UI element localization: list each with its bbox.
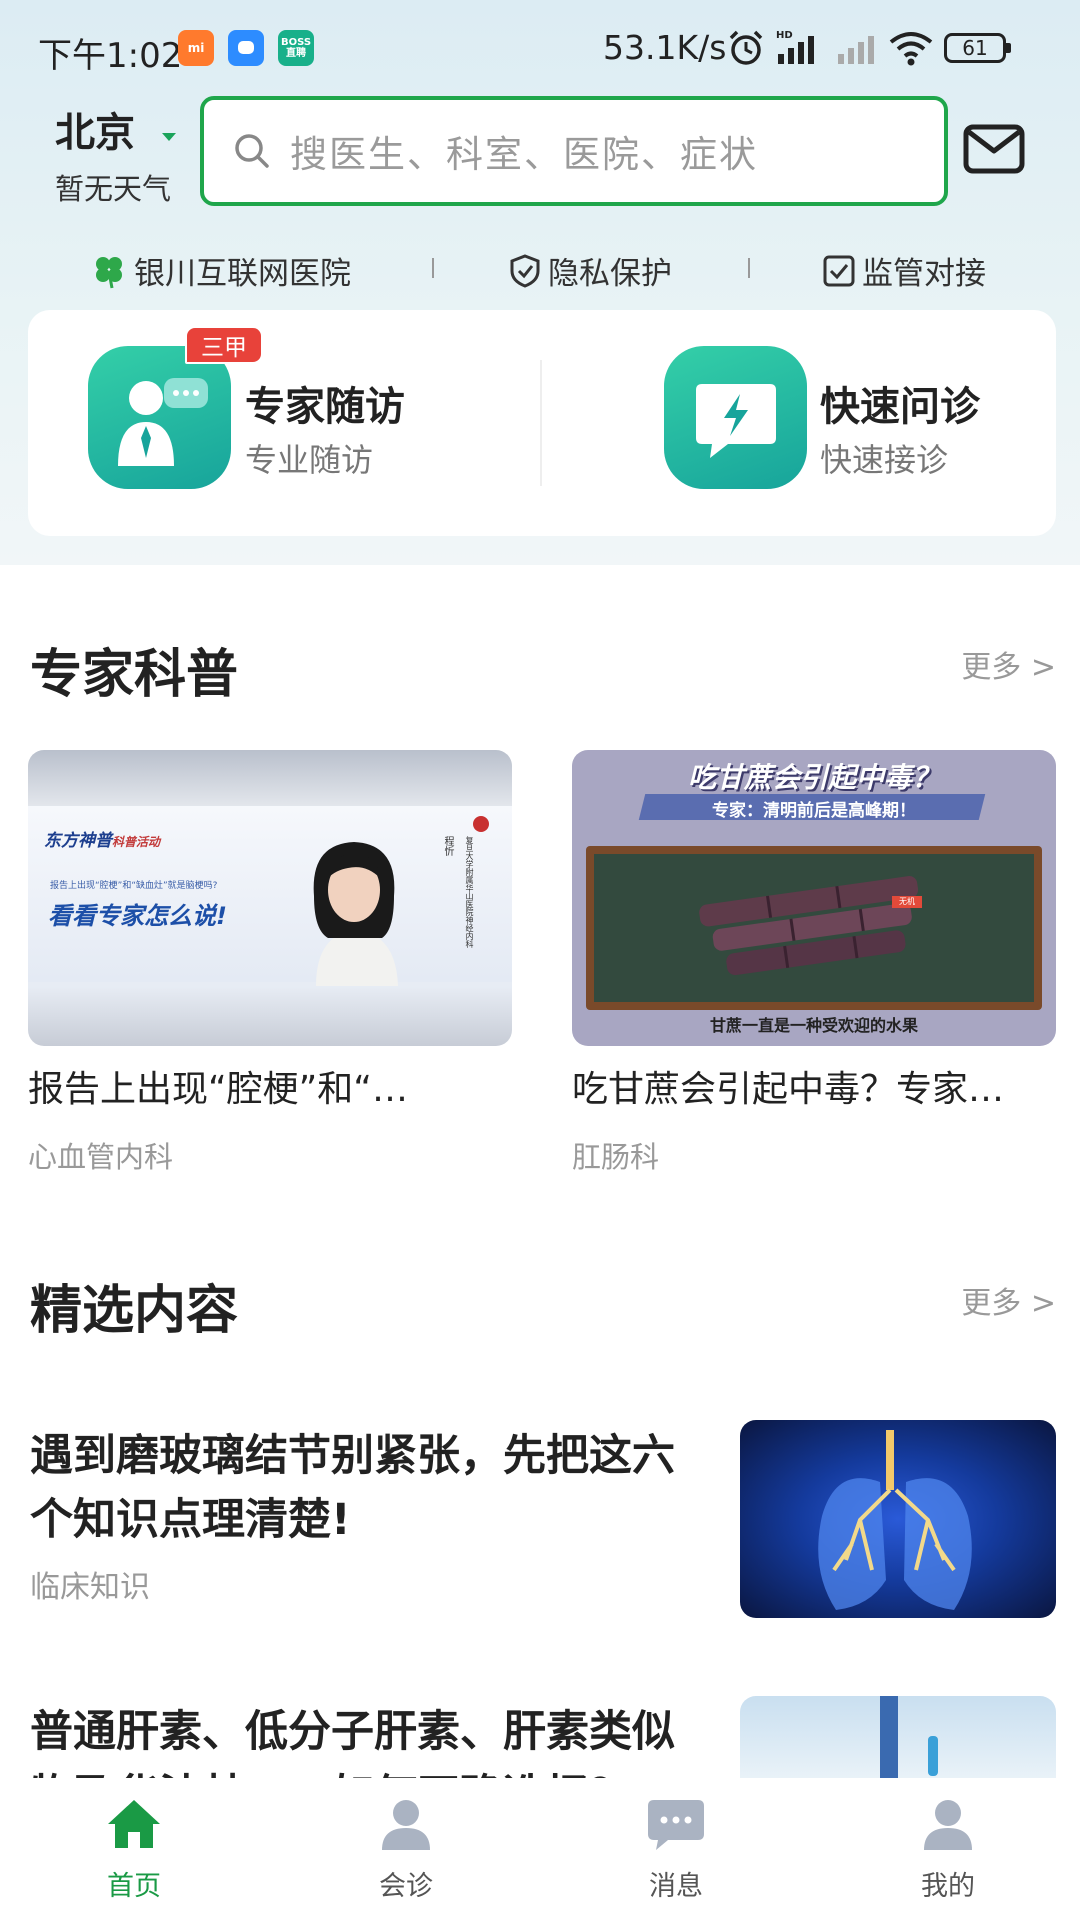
popular-tag-2: 肛肠科 (572, 1140, 660, 1174)
battery-icon: 61 (944, 33, 1011, 63)
wifi-icon (889, 32, 933, 66)
signal-icon: HD (776, 30, 814, 64)
supervision-label: 监管对接 (862, 256, 986, 292)
service-divider (540, 360, 542, 486)
thumb-brand: 东方神普科普活动 (44, 826, 160, 851)
shield-check-icon (510, 253, 540, 288)
profile-icon (924, 1800, 972, 1850)
divider (748, 258, 750, 278)
thumb-brand-text: 东方神普 (44, 831, 112, 851)
popular-section-title: 专家科普 (30, 645, 239, 705)
tab-messages-label: 消息 (649, 1871, 703, 1902)
thumb-doctor-org: 复旦大学附属华山医院神经内科 (465, 836, 474, 948)
tab-home[interactable]: 首页 (64, 1796, 204, 1903)
hospital-name: 银川互联网医院 (134, 256, 351, 292)
city-selector[interactable]: 北京 (55, 100, 135, 158)
org-logo (473, 816, 489, 832)
quick-consult-title: 快速问诊 (820, 384, 980, 430)
tab-profile-label: 我的 (921, 1871, 975, 1902)
expert-followup-icon (88, 346, 231, 489)
popular-tag-1: 心血管内科 (28, 1140, 174, 1174)
tab-home-label: 首页 (107, 1871, 161, 1902)
search-icon (235, 134, 269, 168)
thumb-caption-big: 看看专家怎么说! (48, 902, 227, 930)
trust-privacy: 隐私保护 (508, 248, 672, 293)
boss-app-icon: BOSS 直聘 (278, 30, 314, 66)
tab-messages[interactable]: 消息 (606, 1796, 746, 1903)
popular-thumb-1: 东方神普科普活动 报告上出现“腔梗”和“缺血灶”就是脑梗吗? 看看专家怎么说! … (28, 750, 512, 1046)
featured-thumb-1 (740, 1420, 1056, 1618)
checkbox-icon (823, 255, 855, 286)
messages-app-icon (228, 30, 264, 66)
sugarcane-illustration (699, 876, 919, 976)
battery-level: 61 (962, 36, 988, 60)
quick-consult-subtitle: 快速接诊 (820, 441, 949, 479)
featured-tag-1: 临床知识 (30, 1570, 150, 1605)
tier-badge: 三甲 (185, 326, 263, 364)
tab-consultation-label: 会诊 (379, 1871, 433, 1902)
mi-store-app-icon: mi (178, 30, 214, 66)
thumb-label: 无机 (892, 896, 922, 908)
featured-section-title: 精选内容 (30, 1281, 239, 1341)
lungs-illustration (818, 1430, 972, 1610)
featured-title-1: 遇到磨玻璃结节别紧张，先把这六个知识点理清楚! (30, 1431, 675, 1545)
status-time: 下午1:02 (38, 36, 183, 76)
popular-card-1[interactable]: 东方神普科普活动 报告上出现“腔梗”和“缺血灶”就是脑梗吗? 看看专家怎么说! … (28, 750, 512, 1176)
signal-weak-icon (838, 36, 874, 64)
popular-thumb-2: 吃甘蔗会引起中毒？ 专家：清明前后是高峰期！ 无机 甘蔗一直是一种受欢迎的水果 (572, 750, 1056, 1046)
thumb-doctor-name: 程忻 (442, 836, 453, 856)
quick-consult-icon (664, 346, 807, 489)
tab-consultation[interactable]: 会诊 (336, 1796, 476, 1903)
featured-more-link[interactable]: 更多 > (961, 1278, 1056, 1322)
search-placeholder: 搜医生、科室、医院、症状 (290, 133, 758, 176)
popular-title-2: 吃甘蔗会引起中毒？专家… (572, 1069, 1005, 1110)
clover-icon (96, 256, 122, 288)
featured-thumb-2 (740, 1696, 1056, 1778)
message-icon (648, 1800, 704, 1850)
popular-title-1: 报告上出现“腔梗”和“… (28, 1069, 408, 1110)
popular-card-2[interactable]: 吃甘蔗会引起中毒？ 专家：清明前后是高峰期！ 无机 甘蔗一直是一种受欢迎的水果 … (572, 750, 1056, 1176)
alarm-icon (729, 30, 763, 65)
status-bar: 下午1:02 mi BOSS 直聘 53.1K/s HD 61 (0, 0, 1080, 96)
network-speed: 53.1K/s (603, 28, 727, 67)
thumb-tie (880, 1696, 898, 1778)
popular-more-link[interactable]: 更多 > (961, 642, 1056, 686)
weather-text: 暂无天气 (55, 172, 172, 206)
thumb-subline: 专家：清明前后是高峰期！ (712, 801, 916, 821)
consultation-icon (382, 1800, 430, 1850)
status-icons: HD 61 (726, 28, 1011, 68)
trust-hospital: 银川互联网医院 (90, 248, 351, 293)
thumb-brand-sub: 科普活动 (112, 835, 161, 849)
expert-followup-title: 专家随访 (245, 384, 405, 430)
expert-followup-subtitle: 专业随访 (245, 441, 374, 479)
doctor-portrait (313, 842, 398, 986)
thumb-caption-small: 报告上出现“腔梗”和“缺血灶”就是脑梗吗? (50, 881, 218, 891)
city-dropdown-icon[interactable] (162, 133, 176, 141)
tab-profile[interactable]: 我的 (878, 1796, 1018, 1903)
mail-icon[interactable] (963, 124, 1025, 174)
thumb-headline: 吃甘蔗会引起中毒？ (687, 761, 940, 794)
trust-supervision: 监管对接 (822, 248, 986, 293)
home-icon (108, 1800, 160, 1848)
featured-title-2: 普通肝素、低分子肝素、肝素类似物及华法林……如何正确选择？ (30, 1707, 675, 1778)
search-input[interactable]: 搜医生、科室、医院、症状 (200, 96, 948, 206)
divider (432, 258, 434, 278)
thumb-footer: 甘蔗一直是一种受欢迎的水果 (709, 1016, 918, 1035)
privacy-label: 隐私保护 (548, 256, 672, 292)
svg-text:HD: HD (776, 30, 793, 41)
bottom-tab-bar: 首页 会诊 消息 我的 (0, 1778, 1080, 1920)
thumb-vial (928, 1736, 938, 1776)
